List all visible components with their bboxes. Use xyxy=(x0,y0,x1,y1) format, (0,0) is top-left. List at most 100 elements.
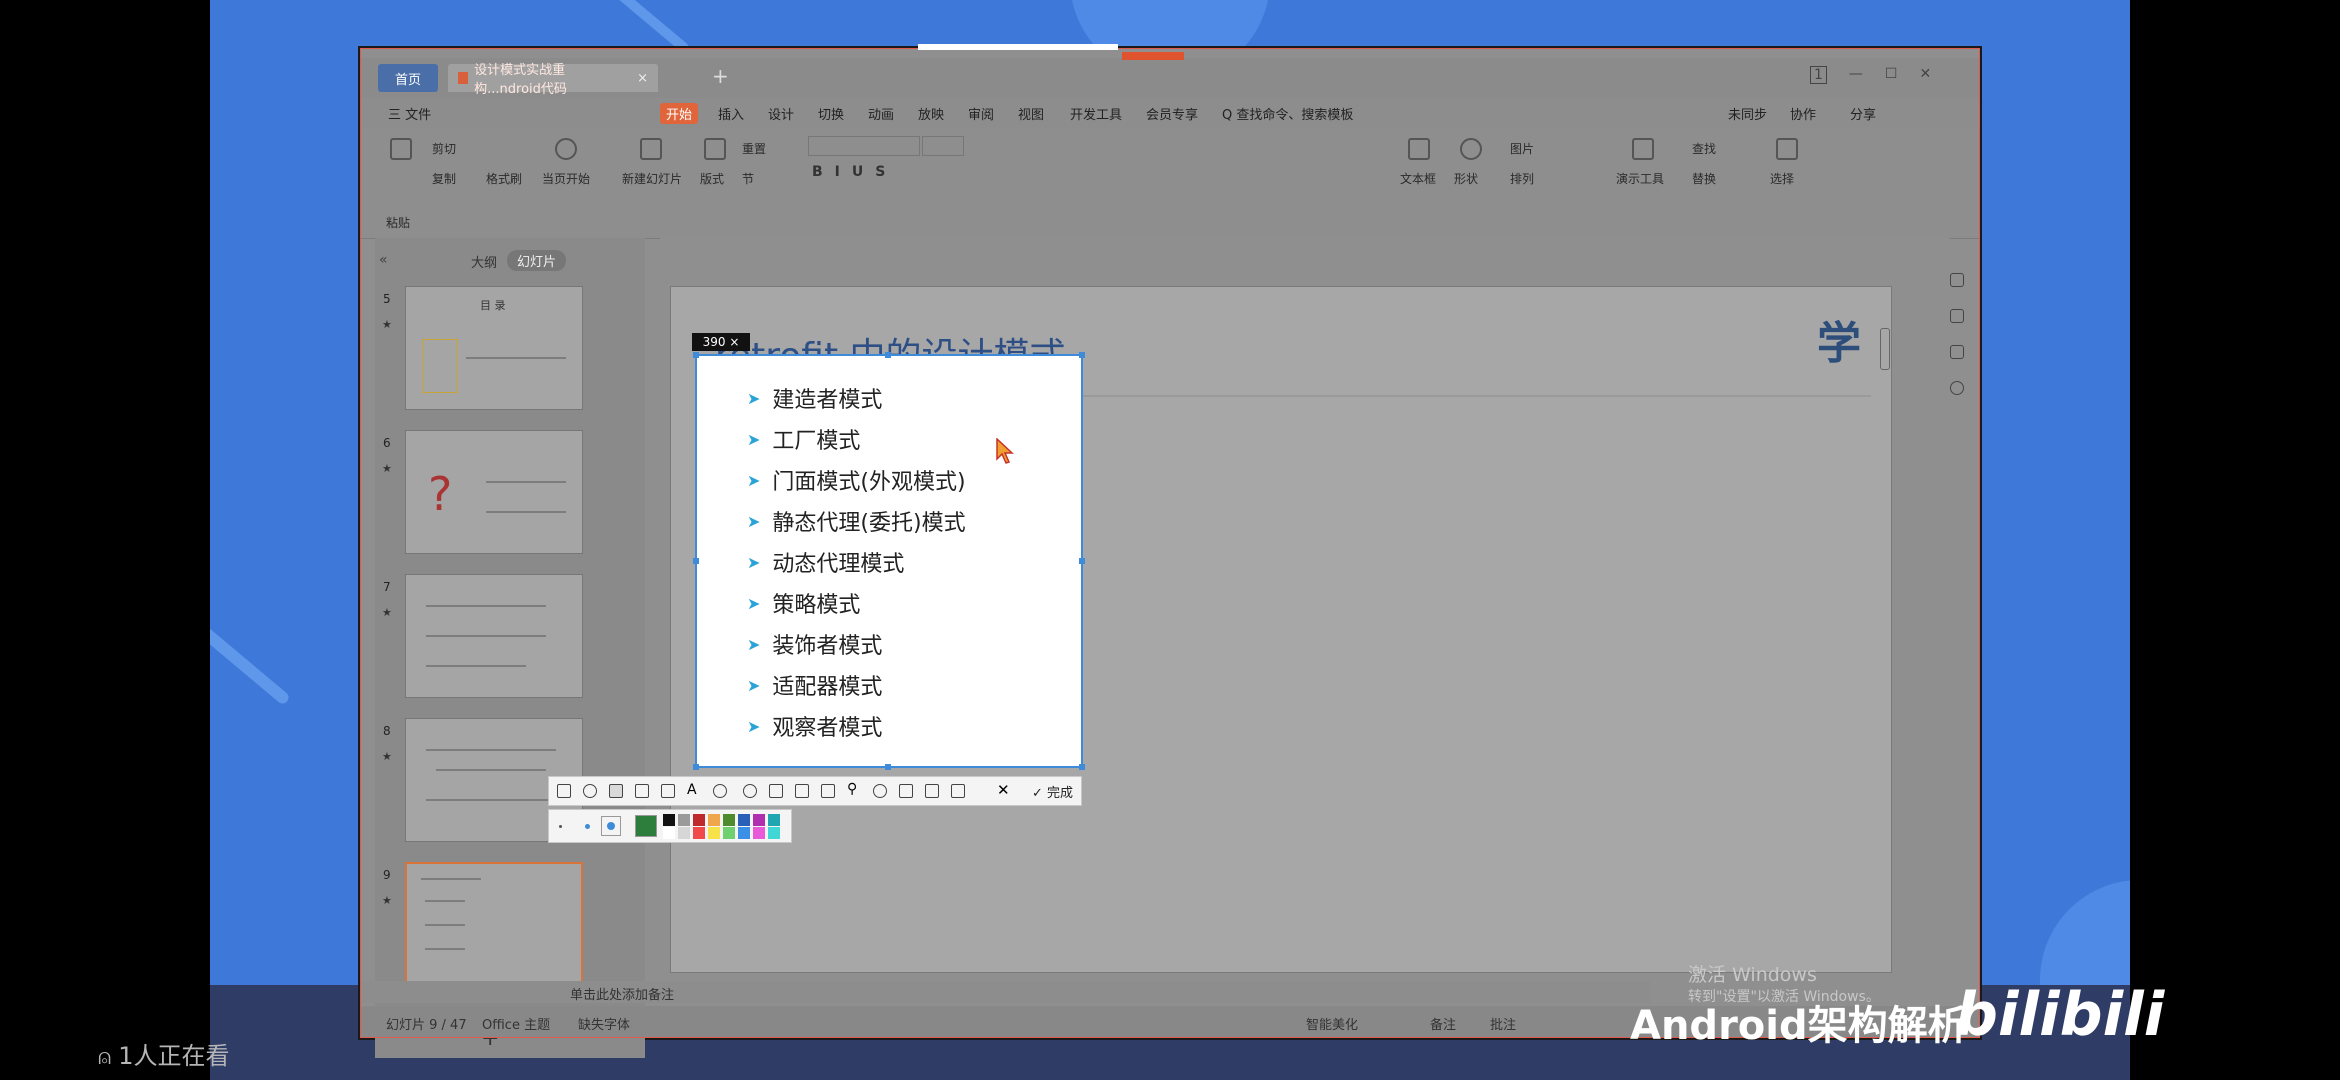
minimize-button[interactable]: — xyxy=(1849,66,1863,84)
window-count-icon[interactable]: 1 xyxy=(1810,66,1827,84)
replace-button[interactable]: 替换 xyxy=(1692,170,1716,187)
font-size-select[interactable] xyxy=(922,136,964,156)
format-painter-button[interactable]: 格式刷 xyxy=(486,170,522,187)
smart-beautify-button[interactable]: 智能美化 xyxy=(1306,1014,1358,1033)
mosaic-tool-icon[interactable] xyxy=(661,784,675,798)
collaborate-button[interactable]: 协作 xyxy=(1790,104,1816,123)
arrow-tool-icon[interactable] xyxy=(609,784,623,798)
ocr-icon[interactable] xyxy=(795,784,809,798)
copy-icon[interactable] xyxy=(1950,345,1964,359)
color-swatch[interactable] xyxy=(753,827,765,839)
color-swatch[interactable] xyxy=(693,814,705,826)
resize-handle[interactable] xyxy=(885,764,891,770)
menu-review[interactable]: 审阅 xyxy=(968,104,994,123)
menu-insert[interactable]: 插入 xyxy=(718,104,744,123)
pin-icon[interactable] xyxy=(1950,309,1964,323)
tab-document[interactable]: 设计模式实战重构...ndroid代码 × xyxy=(448,63,658,97)
pen-tool-icon[interactable] xyxy=(635,784,649,798)
menu-developer[interactable]: 开发工具 xyxy=(1070,104,1122,123)
paste-icon[interactable] xyxy=(390,138,412,160)
color-swatch[interactable] xyxy=(723,814,735,826)
demo-tools-button[interactable]: 演示工具 xyxy=(1616,170,1664,187)
color-swatch[interactable] xyxy=(678,814,690,826)
text-format-icons[interactable]: BIUS xyxy=(812,164,897,180)
close-window-button[interactable]: ✕ xyxy=(1919,66,1931,84)
help-icon[interactable] xyxy=(1950,381,1964,395)
color-swatch[interactable] xyxy=(663,827,675,839)
menu-member[interactable]: 会员专享 xyxy=(1146,104,1198,123)
play-icon[interactable] xyxy=(555,138,577,160)
slide-thumbnail-6[interactable]: ? xyxy=(405,430,583,554)
edit-image-icon[interactable] xyxy=(769,784,783,798)
command-search[interactable]: Q 查找命令、搜索模板 xyxy=(1222,104,1353,123)
capture-selection[interactable]: ➤ 建造者模式 ➤ 工厂模式 ➤ 门面模式(外观模式) ➤ 静态代理(委托)模式 ➤ 动态… xyxy=(693,352,1085,770)
resize-handle[interactable] xyxy=(1079,352,1085,358)
reset-button[interactable]: 重置 xyxy=(742,140,766,157)
color-swatch[interactable] xyxy=(678,827,690,839)
cut-button[interactable]: 剪切 xyxy=(432,140,456,157)
sync-status[interactable]: 未同步 xyxy=(1728,104,1767,123)
slides-tab[interactable]: 幻灯片 xyxy=(507,250,567,271)
outline-tab[interactable]: 大纲 xyxy=(471,252,497,271)
record-icon[interactable] xyxy=(873,784,887,798)
copy-button[interactable]: 复制 xyxy=(432,170,456,187)
resize-handle[interactable] xyxy=(1079,558,1085,564)
color-swatch[interactable] xyxy=(738,827,750,839)
maximize-button[interactable]: ☐ xyxy=(1885,66,1898,84)
menu-slideshow[interactable]: 放映 xyxy=(918,104,944,123)
slide-thumbnail-7[interactable] xyxy=(405,574,583,698)
notes-toggle[interactable]: 备注 xyxy=(1430,1014,1456,1033)
notes-placeholder[interactable]: 单击此处添加备注 xyxy=(570,984,674,1003)
color-swatch[interactable] xyxy=(738,814,750,826)
select-icon[interactable] xyxy=(1776,138,1798,160)
menu-design[interactable]: 设计 xyxy=(768,104,794,123)
file-menu[interactable]: 三 文件 xyxy=(388,104,431,123)
arrange-button[interactable]: 排列 xyxy=(1510,170,1534,187)
tab-home[interactable]: 首页 xyxy=(378,64,438,92)
menu-animation[interactable]: 动画 xyxy=(868,104,894,123)
color-swatch[interactable] xyxy=(708,814,720,826)
picture-button[interactable]: 图片 xyxy=(1510,140,1534,157)
shape-icon[interactable] xyxy=(1460,138,1482,160)
menu-transition[interactable]: 切换 xyxy=(818,104,844,123)
demo-tools-icon[interactable] xyxy=(1632,138,1654,160)
rectangle-tool-icon[interactable] xyxy=(557,784,571,798)
size-medium-icon[interactable] xyxy=(585,824,590,829)
comment-toggle[interactable]: 批注 xyxy=(1490,1014,1516,1033)
close-tab-icon[interactable]: × xyxy=(637,71,648,86)
download-icon[interactable] xyxy=(899,784,913,798)
done-button[interactable]: ✓ 完成 xyxy=(1032,782,1073,801)
resize-handle[interactable] xyxy=(693,352,699,358)
phone-icon[interactable] xyxy=(925,784,939,798)
share-button[interactable]: 分享 xyxy=(1850,104,1876,123)
color-swatch[interactable] xyxy=(723,827,735,839)
color-swatch[interactable] xyxy=(693,827,705,839)
color-swatch[interactable] xyxy=(663,814,675,826)
menu-home[interactable]: 开始 xyxy=(660,103,699,124)
cancel-icon[interactable]: ✕ xyxy=(997,781,1011,799)
text-tool-icon[interactable]: A xyxy=(687,782,701,798)
color-swatch[interactable] xyxy=(768,814,780,826)
resize-handle[interactable] xyxy=(693,558,699,564)
textbox-icon[interactable] xyxy=(1408,138,1430,160)
section-button[interactable]: 节 xyxy=(742,170,754,187)
settings-icon[interactable] xyxy=(1950,273,1964,287)
selected-color-swatch[interactable] xyxy=(635,815,657,837)
pin-icon[interactable]: ⚲ xyxy=(847,781,861,797)
new-tab-button[interactable]: + xyxy=(712,64,729,88)
size-large-button[interactable] xyxy=(601,816,621,836)
new-slide-icon[interactable] xyxy=(640,138,662,160)
resize-handle[interactable] xyxy=(885,352,891,358)
color-swatch[interactable] xyxy=(768,827,780,839)
number-tool-icon[interactable] xyxy=(713,784,727,798)
vertical-scrollbar[interactable] xyxy=(1880,328,1890,370)
menu-view[interactable]: 视图 xyxy=(1018,104,1044,123)
resize-handle[interactable] xyxy=(693,764,699,770)
layout-icon[interactable] xyxy=(704,138,726,160)
collapse-pane-icon[interactable]: « xyxy=(379,252,388,268)
missing-font-button[interactable]: 缺失字体 xyxy=(578,1014,630,1033)
textbox-button[interactable]: 文本框 xyxy=(1400,170,1436,187)
resize-handle[interactable] xyxy=(1079,764,1085,770)
ellipse-tool-icon[interactable] xyxy=(583,784,597,798)
notes-bar[interactable]: 单击此处添加备注 xyxy=(360,981,1650,1003)
